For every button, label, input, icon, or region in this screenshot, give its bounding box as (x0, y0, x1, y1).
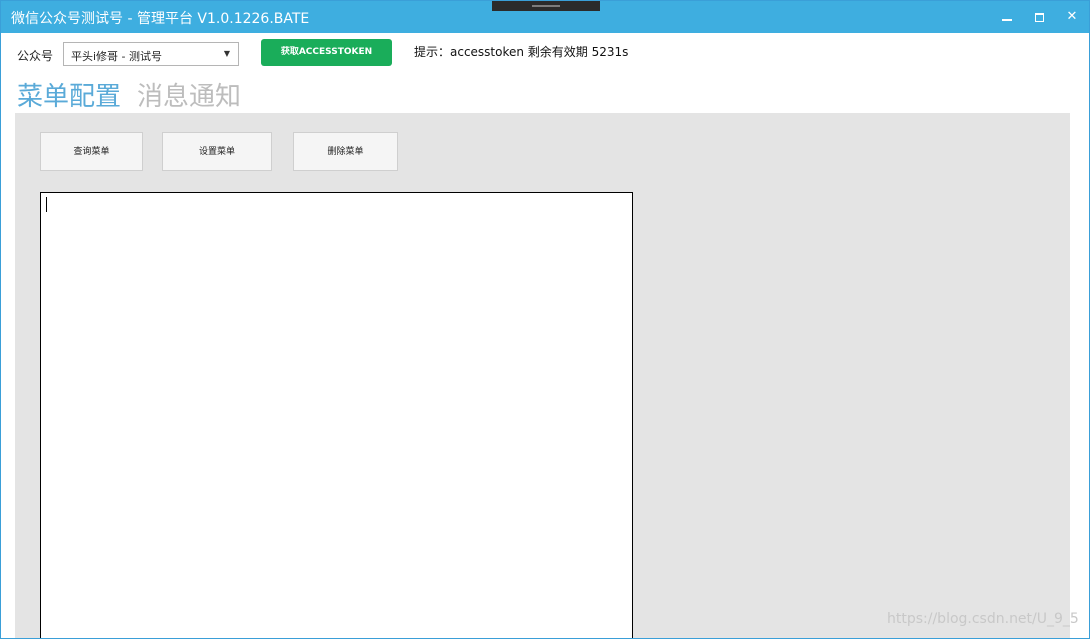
set-menu-button[interactable]: 设置菜单 (162, 132, 272, 171)
close-button[interactable]: ✕ (1060, 5, 1084, 29)
tab-menu-config[interactable]: 菜单配置 (17, 76, 121, 113)
menu-config-panel: 查询菜单 设置菜单 删除菜单 (15, 113, 1070, 638)
close-icon: ✕ (1066, 9, 1078, 24)
query-menu-button[interactable]: 查询菜单 (40, 132, 143, 171)
menu-json-editor[interactable] (40, 192, 633, 638)
maximize-icon (1035, 13, 1044, 22)
get-accesstoken-button[interactable]: 获取ACCESSTOKEN (261, 39, 392, 66)
grip-icon (532, 5, 560, 7)
window-title: 微信公众号测试号 - 管理平台 V1.0.1226.BATE (11, 11, 310, 27)
chevron-down-icon: ▼ (223, 49, 230, 58)
minimize-icon (1002, 19, 1012, 21)
title-bar[interactable]: 微信公众号测试号 - 管理平台 V1.0.1226.BATE ✕ (1, 1, 1089, 33)
account-label: 公众号 (17, 49, 54, 63)
account-select-value: 平头i修哥 - 测试号 (71, 50, 163, 63)
tab-message-notify[interactable]: 消息通知 (137, 76, 241, 113)
token-hint: 提示：accesstoken 剩余有效期 5231s (414, 45, 629, 59)
watermark: https://blog.csdn.net/U_9_5 (887, 611, 1079, 627)
text-caret (46, 197, 47, 212)
minimize-button[interactable] (995, 5, 1019, 29)
maximize-button[interactable] (1027, 5, 1051, 29)
drag-handle[interactable] (492, 1, 600, 11)
account-select[interactable]: 平头i修哥 - 测试号 ▼ (63, 42, 239, 66)
delete-menu-button[interactable]: 删除菜单 (293, 132, 398, 171)
app-window: 微信公众号测试号 - 管理平台 V1.0.1226.BATE ✕ 公众号 平头i… (0, 0, 1090, 639)
